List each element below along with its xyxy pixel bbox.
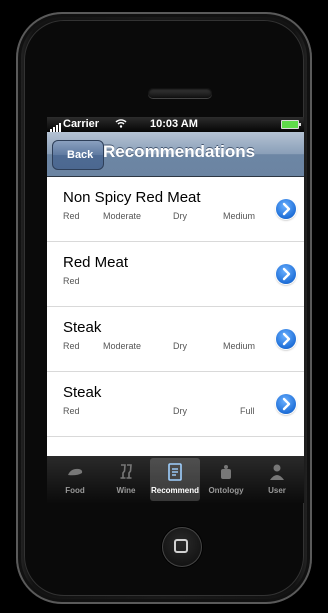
tab-label: Food	[65, 486, 85, 495]
wine-icon	[120, 464, 132, 479]
earpiece-speaker	[148, 88, 212, 98]
navigation-bar: Back Recommendations	[47, 132, 304, 177]
battery-icon	[281, 120, 301, 129]
tab-label: Recommend	[150, 486, 199, 495]
item-spice: Moderate	[103, 341, 142, 351]
item-title: Steak	[63, 384, 102, 401]
chevron-right-icon[interactable]	[276, 329, 296, 349]
tab-food[interactable]: Food	[50, 458, 100, 501]
item-color: Red	[63, 211, 80, 221]
item-title: Red Meat	[63, 254, 129, 271]
home-button[interactable]	[162, 527, 202, 567]
status-bar: Carrier 10:03 AM	[47, 117, 304, 132]
item-title: Non Spicy Red Meat	[63, 189, 201, 206]
ontology-icon	[221, 465, 231, 479]
tab-label: Wine	[116, 486, 136, 495]
list-item[interactable]: Non Spicy Red Meat Red Moderate Dry Medi…	[47, 177, 304, 242]
item-color: Red	[63, 406, 80, 416]
chevron-right-icon[interactable]	[276, 394, 296, 414]
recommend-icon	[168, 463, 182, 481]
list-item[interactable]: Steak Red Moderate Dry Medium	[47, 307, 304, 372]
item-color: Red	[63, 276, 80, 286]
item-spice: Moderate	[103, 211, 142, 221]
item-body: Full	[240, 406, 255, 416]
screen: Carrier 10:03 AM Back Recommendations No…	[47, 117, 304, 503]
food-icon	[68, 468, 83, 476]
tab-bar: Food Wine Recommend Ontology User	[47, 456, 304, 503]
wifi-icon	[115, 118, 127, 131]
item-sweetness: Dry	[173, 406, 187, 416]
user-icon	[270, 464, 284, 480]
home-square-icon	[174, 539, 188, 553]
status-time: 10:03 AM	[150, 118, 198, 130]
tab-wine[interactable]: Wine	[101, 458, 151, 501]
tab-recommend[interactable]: Recommend	[150, 458, 200, 501]
signal-strength-icon	[50, 120, 62, 132]
chevron-right-icon[interactable]	[276, 264, 296, 284]
chevron-right-icon[interactable]	[276, 199, 296, 219]
recommendations-list: Non Spicy Red Meat Red Moderate Dry Medi…	[47, 177, 304, 437]
item-sweetness: Dry	[173, 211, 187, 221]
tab-user[interactable]: User	[252, 458, 302, 501]
item-body: Medium	[223, 341, 256, 351]
item-sweetness: Dry	[173, 341, 187, 351]
item-color: Red	[63, 341, 80, 351]
tab-ontology[interactable]: Ontology	[201, 458, 251, 501]
tab-label: User	[268, 486, 286, 495]
list-item[interactable]: Steak Red Dry Full	[47, 372, 304, 437]
list-item[interactable]: Red Meat Red	[47, 242, 304, 307]
carrier-label: Carrier	[63, 118, 100, 130]
page-title: Recommendations	[103, 142, 256, 161]
item-body: Medium	[223, 211, 256, 221]
back-button[interactable]: Back	[52, 140, 105, 170]
item-title: Steak	[63, 319, 102, 336]
tab-label: Ontology	[208, 486, 244, 495]
